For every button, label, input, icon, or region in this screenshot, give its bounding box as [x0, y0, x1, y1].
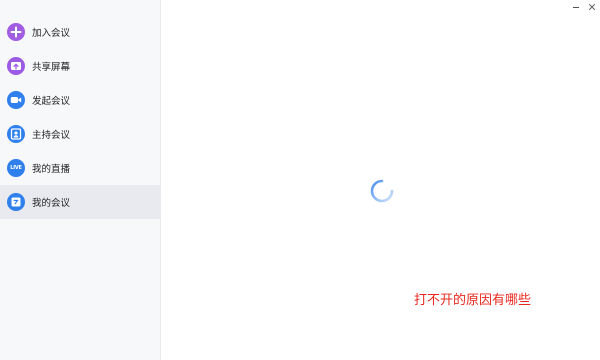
close-icon[interactable]	[584, 0, 600, 14]
sidebar-item-label: 加入会议	[32, 28, 71, 39]
window-controls	[568, 0, 600, 14]
sidebar-item-label: 共享屏幕	[32, 62, 71, 73]
sidebar-item-my-live[interactable]: LIVE 我的直播	[0, 151, 161, 185]
sidebar-item-label: 我的直播	[32, 164, 71, 175]
overlay-caption: 打不开的原因有哪些	[414, 293, 532, 308]
app-window: 加入会议 共享屏幕 发起会议 主持会议 LIVE 我的直播 我的会议 打不开的原…	[0, 0, 600, 360]
sidebar-item-start-meeting[interactable]: 发起会议	[0, 83, 161, 117]
share-screen-icon	[7, 57, 25, 75]
live-badge: LIVE	[10, 165, 22, 171]
my-meetings-icon	[7, 193, 25, 211]
sidebar-item-share-screen[interactable]: 共享屏幕	[0, 49, 161, 83]
sidebar-item-label: 我的会议	[32, 198, 71, 209]
host-icon	[7, 125, 25, 143]
minimize-icon[interactable]	[568, 0, 584, 14]
live-icon: LIVE	[7, 159, 25, 177]
sidebar-item-label: 发起会议	[32, 96, 71, 107]
video-camera-icon	[7, 91, 25, 109]
loading-spinner-icon	[369, 178, 395, 204]
sidebar: 加入会议 共享屏幕 发起会议 主持会议 LIVE 我的直播 我的会议	[0, 0, 161, 360]
sidebar-item-join-meeting[interactable]: 加入会议	[0, 15, 161, 49]
plus-icon	[7, 23, 25, 41]
sidebar-item-label: 主持会议	[32, 130, 71, 141]
sidebar-item-my-meetings[interactable]: 我的会议	[0, 185, 161, 219]
sidebar-item-host-meeting[interactable]: 主持会议	[0, 117, 161, 151]
